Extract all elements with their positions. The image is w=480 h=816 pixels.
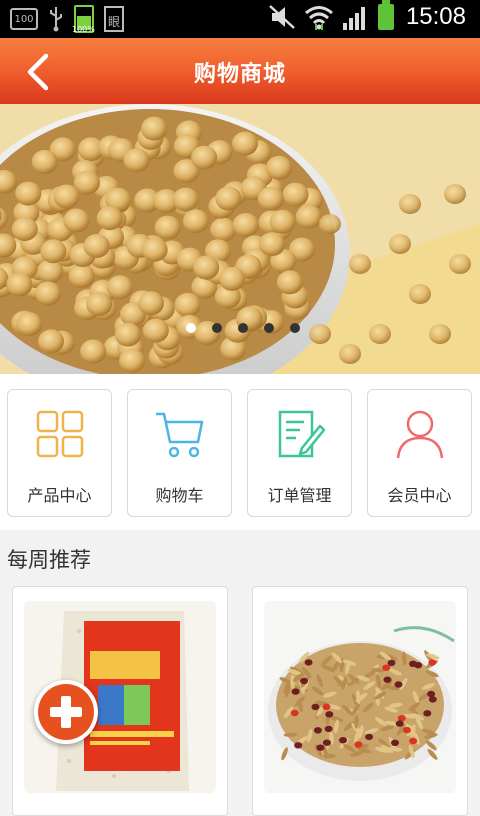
quick-menu: 产品中心 购物车 订单管理 会员中心: [0, 374, 480, 530]
soybean-bowl-image: [0, 104, 480, 374]
status-left: 100 100% 眼: [10, 5, 124, 34]
menu-label: 购物车: [155, 486, 204, 505]
section-title: 每周推荐: [7, 548, 91, 572]
battery-small-percent: 100%: [72, 25, 95, 34]
app-bar: 购物商城: [0, 38, 480, 104]
notification-count-icon: 100: [10, 8, 38, 30]
add-fab-button[interactable]: [34, 680, 98, 744]
doc-glyph: 眼: [107, 15, 120, 29]
product-image: [264, 601, 456, 793]
menu-cart[interactable]: 购物车: [127, 389, 232, 517]
plus-icon: [38, 684, 94, 740]
mute-icon: [269, 5, 295, 29]
carousel-dot[interactable]: [238, 323, 248, 333]
product-card[interactable]: [252, 586, 468, 816]
menu-label: 会员中心: [387, 486, 452, 505]
menu-orders[interactable]: 订单管理: [247, 389, 352, 517]
menu-label: 订单管理: [267, 486, 332, 505]
clock: 15:08: [405, 3, 466, 30]
usb-icon: [50, 7, 62, 32]
carousel-dot[interactable]: [186, 323, 196, 333]
status-bar: 100 100% 眼 15:08: [0, 0, 480, 38]
menu-label: 产品中心: [27, 486, 92, 505]
status-right: 15:08: [268, 0, 466, 32]
battery-icon: [377, 0, 394, 30]
carousel-dots: [186, 323, 300, 333]
banner-carousel[interactable]: [0, 104, 480, 374]
grain-bowl-image: [264, 601, 456, 793]
page-title: 购物商城: [193, 62, 286, 87]
carousel-dot[interactable]: [290, 323, 300, 333]
cart-icon: [156, 412, 204, 458]
wifi-icon: [304, 6, 333, 30]
menu-product-center[interactable]: 产品中心: [7, 389, 112, 517]
screenshot-doc-icon: 眼: [104, 6, 124, 32]
carousel-dot[interactable]: [212, 323, 222, 333]
order-icon: [278, 410, 326, 458]
menu-member-center[interactable]: 会员中心: [367, 389, 472, 517]
grid-icon: [36, 410, 84, 458]
battery-charge-icon: 100%: [72, 5, 95, 34]
user-icon: [396, 410, 444, 459]
carousel-dot[interactable]: [264, 323, 274, 333]
signal-icon: [342, 7, 365, 30]
